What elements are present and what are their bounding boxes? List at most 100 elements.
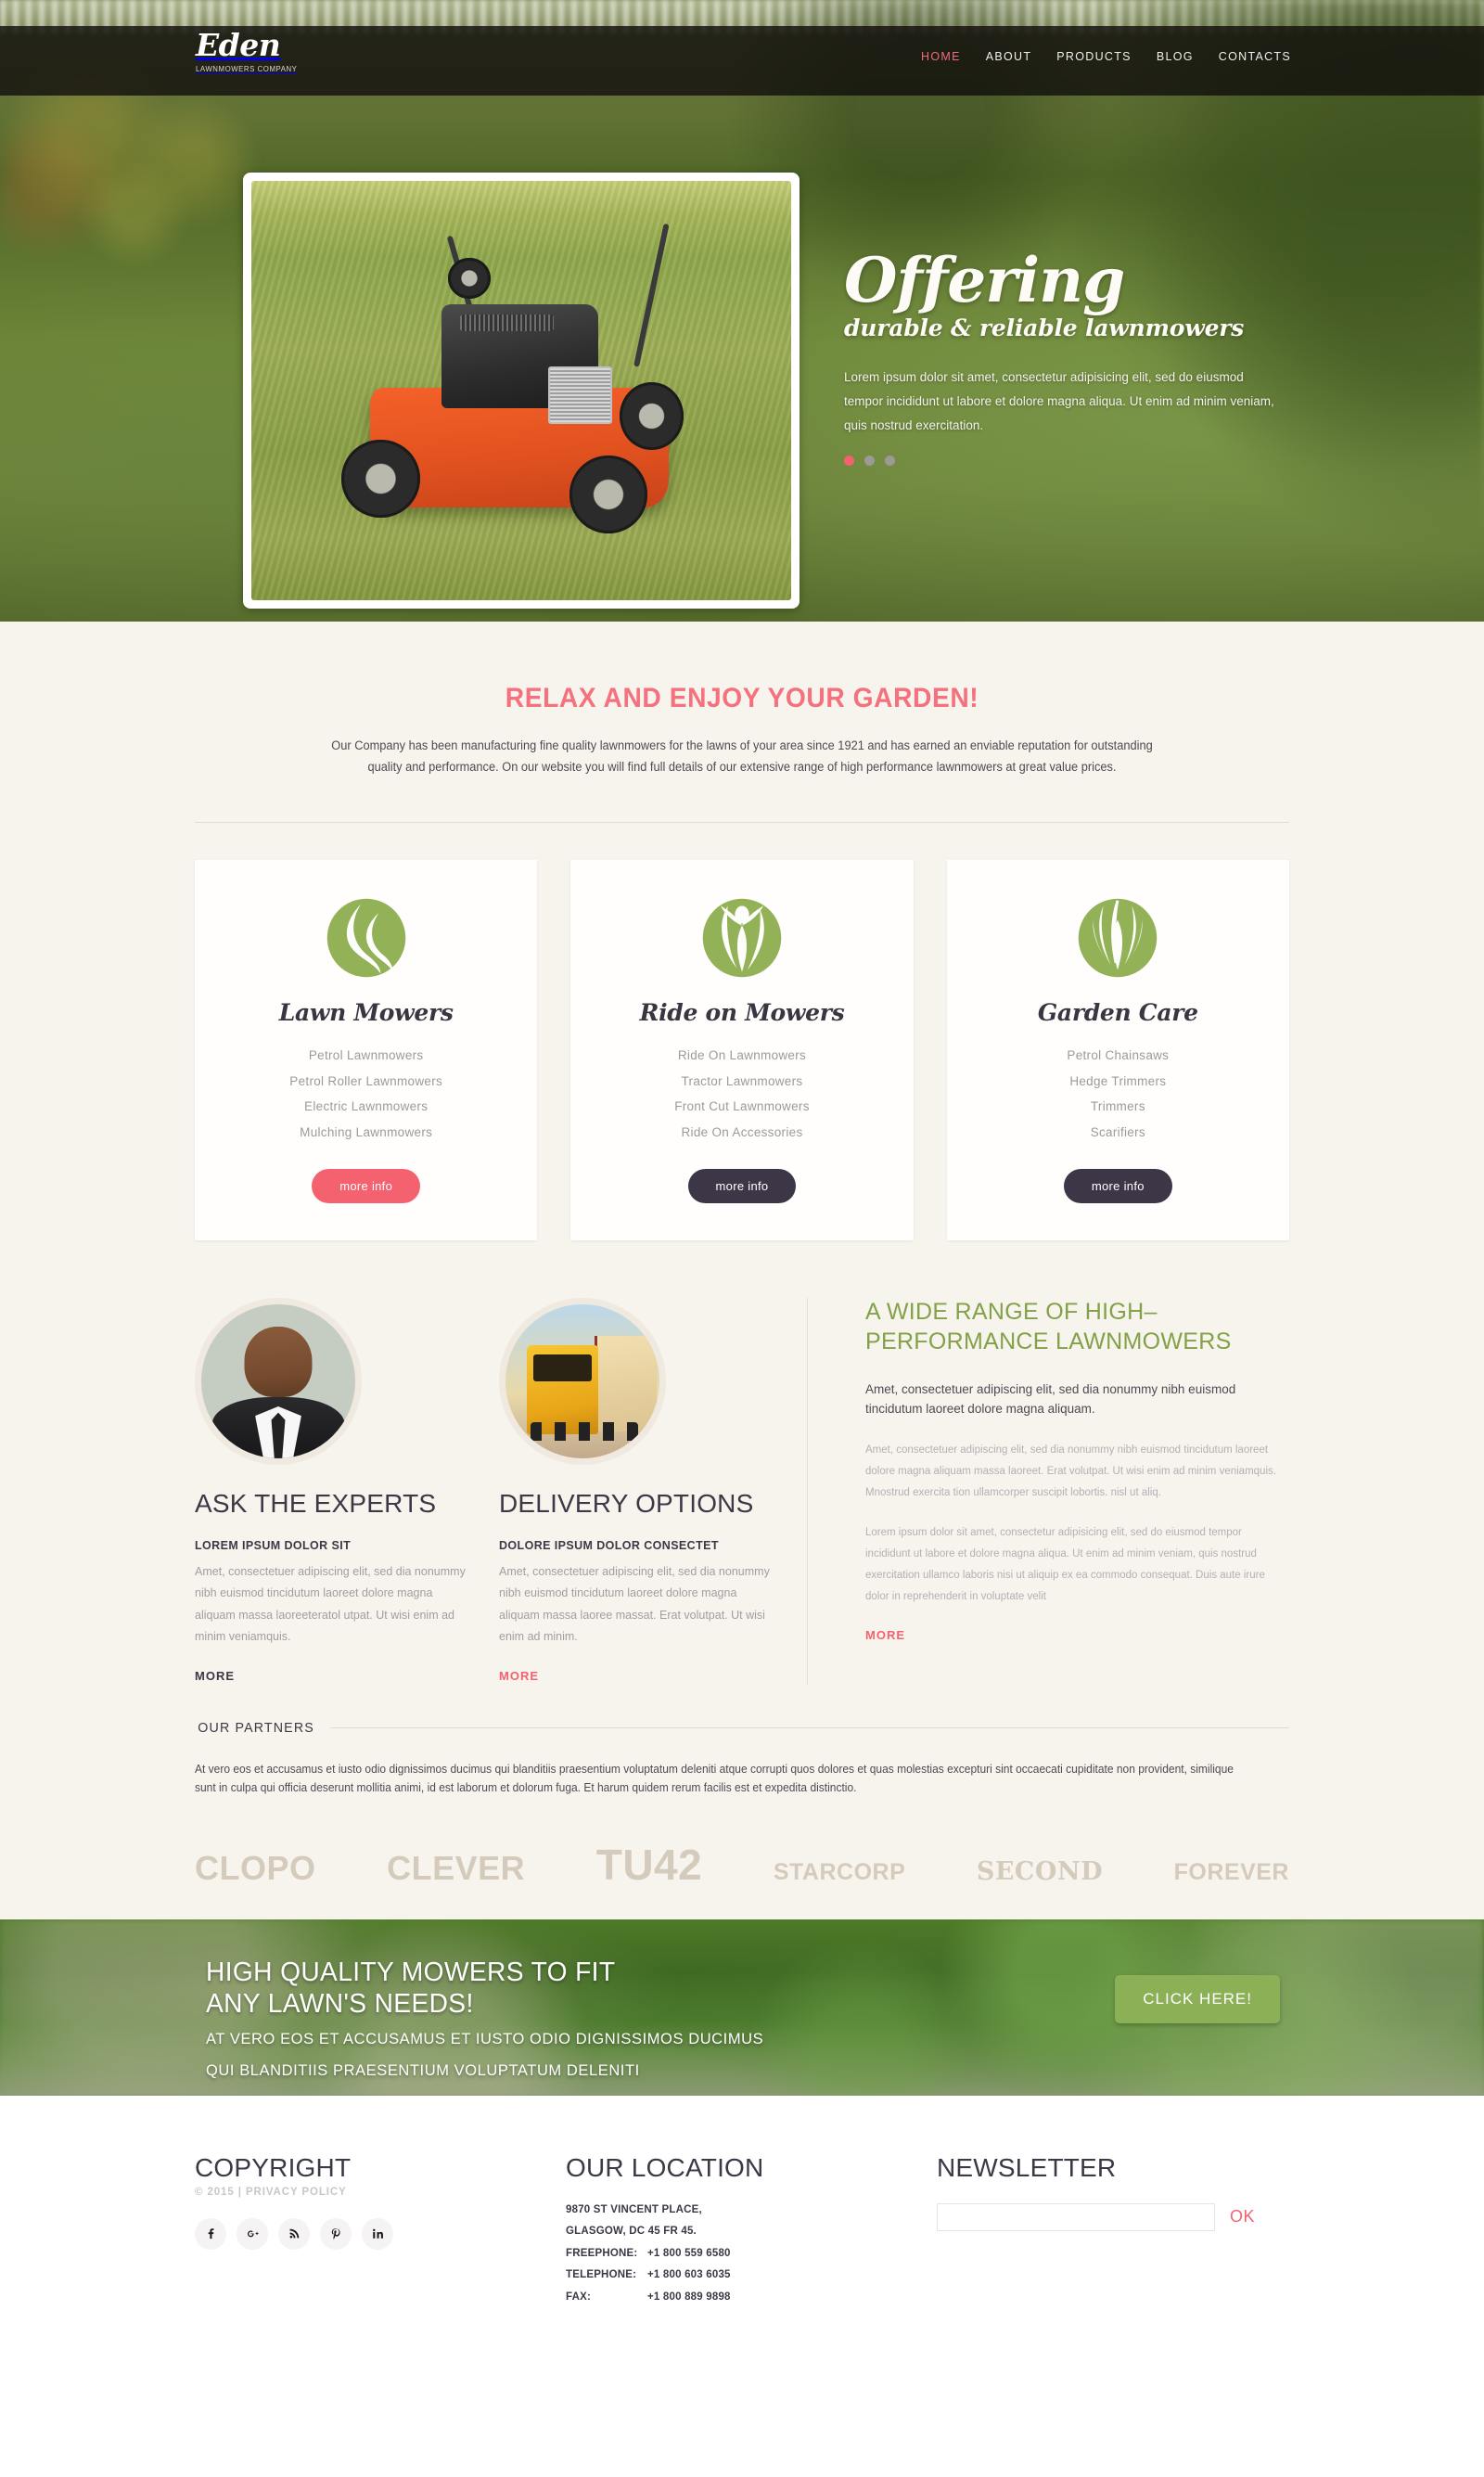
card-list-item[interactable]: Scarifiers	[971, 1120, 1265, 1146]
nav-links: HOME ABOUT PRODUCTS BLOG CONTACTS	[921, 50, 1291, 63]
brand-logo[interactable]: Eden LAWNMOWERS COMPANY	[196, 30, 306, 73]
intro-section: RELAX AND ENJOY YOUR GARDEN! Our Company…	[0, 622, 1484, 824]
fax-label: FAX:	[566, 2291, 591, 2304]
feature-ask-the-experts: ASK THE EXPERTS LOREM IPSUM DOLOR SIT Am…	[195, 1298, 466, 1684]
footer-newsletter-column: NEWSLETTER OK	[937, 2153, 1289, 2309]
telephone-label: TELEPHONE:	[566, 2269, 637, 2281]
nav-item-products[interactable]: PRODUCTS	[1056, 50, 1132, 63]
intro-paragraph: Our Company has been manufacturing fine …	[331, 738, 1153, 775]
partner-logo-clopo[interactable]: CLOPO	[195, 1849, 316, 1888]
lawnmower-illustration	[341, 224, 705, 533]
freephone-label: FREEPHONE:	[566, 2247, 638, 2259]
page-footer: COPYRIGHT © 2015 | PRIVACY POLICY OUR LO…	[0, 2095, 1484, 2476]
wide-range-body-2: Lorem ipsum dolor sit amet, consectetur …	[865, 1526, 1265, 1602]
facebook-icon[interactable]	[195, 2217, 226, 2250]
freephone-row: FREEPHONE: +1 800 559 6580	[566, 2243, 937, 2265]
more-info-button[interactable]: more info	[687, 1169, 797, 1204]
brand-name: Eden	[196, 27, 281, 63]
telephone-value: +1 800 603 6035	[647, 2269, 731, 2281]
hero-paragraph: Lorem ipsum dolor sit amet, consectetur …	[844, 369, 1274, 433]
feature-subhead: LOREM IPSUM DOLOR SIT	[195, 1538, 352, 1552]
slider-pagination	[844, 455, 1280, 466]
card-item-list: Ride On Lawnmowers Tractor Lawnmowers Fr…	[595, 1043, 889, 1145]
cta-text-block: HIGH QUALITY MOWERS TO FIT ANY LAWN'S NE…	[206, 1957, 781, 2082]
nav-item-about[interactable]: ABOUT	[986, 50, 1032, 63]
fax-row: FAX: +1 800 889 9898	[566, 2287, 937, 2309]
card-title: Ride on Mowers	[639, 999, 845, 1027]
card-list-item[interactable]: Front Cut Lawnmowers	[595, 1094, 889, 1120]
feature-subhead: DOLORE IPSUM DOLOR CONSECTET	[499, 1538, 719, 1552]
partners-heading: OUR PARTNERS	[198, 1719, 314, 1736]
nav-item-blog[interactable]: BLOG	[1157, 50, 1194, 63]
rss-icon[interactable]	[278, 2217, 310, 2250]
services-section: Lawn Mowers Petrol Lawnmowers Petrol Rol…	[0, 823, 1484, 1299]
cta-banner: HIGH QUALITY MOWERS TO FIT ANY LAWN'S NE…	[0, 1919, 1484, 2096]
slider-dot-1[interactable]	[844, 455, 854, 466]
cta-sub-line-1: AT VERO EOS ET ACCUSAMUS ET IUSTO ODIO D…	[206, 2030, 764, 2048]
slider-dot-2[interactable]	[864, 455, 875, 466]
hero-section: Eden LAWNMOWERS COMPANY HOME ABOUT PRODU…	[0, 0, 1484, 622]
social-links	[195, 2217, 566, 2250]
more-info-button[interactable]: more info	[1063, 1169, 1172, 1204]
wide-range-lead: Amet, consectetuer adipiscing elit, sed …	[865, 1381, 1236, 1416]
nav-item-home[interactable]: HOME	[921, 50, 961, 63]
partner-logo-starcorp[interactable]: STARCORP	[774, 1859, 905, 1886]
hero-subtitle: durable & reliable lawnmowers	[844, 314, 1245, 341]
pinterest-icon[interactable]	[320, 2217, 352, 2250]
partner-logo-clever[interactable]: CLEVER	[387, 1849, 525, 1888]
google-plus-icon[interactable]	[237, 2217, 268, 2250]
feature-body: Amet, consectetuer adipiscing elit, sed …	[195, 1564, 466, 1644]
card-list-item[interactable]: Ride On Accessories	[595, 1120, 889, 1146]
feature-title: DELIVERY OPTIONS	[499, 1489, 754, 1519]
card-list-item[interactable]: Tractor Lawnmowers	[595, 1069, 889, 1095]
service-card-ride-on-mowers[interactable]: Ride on Mowers Ride On Lawnmowers Tracto…	[570, 860, 914, 1241]
newsletter-email-input[interactable]	[937, 2202, 1215, 2231]
partner-logo-forever[interactable]: FOREVER	[1174, 1859, 1289, 1886]
partners-paragraph: At vero eos et accusamus et iusto odio d…	[195, 1762, 1234, 1794]
partners-section: OUR PARTNERS At vero eos et accusamus et…	[0, 1712, 1484, 1919]
partner-logo-second[interactable]: SECOND	[977, 1857, 1103, 1886]
card-list-item[interactable]: Trimmers	[971, 1094, 1265, 1120]
footer-newsletter-title: NEWSLETTER	[937, 2152, 1117, 2182]
feature-more-link[interactable]: MORE	[195, 1669, 235, 1683]
newsletter-submit-button[interactable]: OK	[1230, 2207, 1255, 2227]
feature-body: Amet, consectetuer adipiscing elit, sed …	[499, 1564, 770, 1644]
card-list-item[interactable]: Hedge Trimmers	[971, 1069, 1265, 1095]
grass-blades-circle-icon	[1073, 893, 1162, 982]
intro-title: RELAX AND ENJOY YOUR GARDEN!	[505, 683, 979, 713]
footer-address-block: 9870 ST VINCENT PLACE, GLASGOW, DC 45 FR…	[566, 2200, 937, 2309]
feature-title: ASK THE EXPERTS	[195, 1489, 437, 1519]
hero-title: Offering	[844, 244, 1125, 316]
card-list-item[interactable]: Electric Lawnmowers	[219, 1094, 513, 1120]
hero-text-block: Offering durable & reliable lawnmowers L…	[844, 250, 1280, 466]
feature-wide-range: A WIDE RANGE OF HIGH–PERFORMANCE LAWNMOW…	[807, 1298, 1289, 1685]
card-list-item[interactable]: Petrol Lawnmowers	[219, 1043, 513, 1069]
hero-slide-image	[243, 173, 800, 609]
linkedin-icon[interactable]	[362, 2217, 393, 2250]
nav-item-contacts[interactable]: CONTACTS	[1219, 50, 1291, 63]
partners-heading-row: OUR PARTNERS	[195, 1720, 1289, 1736]
partner-logo-tu42[interactable]: TU42	[596, 1840, 702, 1890]
card-list-item[interactable]: Ride On Lawnmowers	[595, 1043, 889, 1069]
top-navigation-bar: Eden LAWNMOWERS COMPANY HOME ABOUT PRODU…	[0, 26, 1484, 96]
card-list-item[interactable]: Mulching Lawnmowers	[219, 1120, 513, 1146]
footer-copyright-column: COPYRIGHT © 2015 | PRIVACY POLICY	[195, 2153, 566, 2309]
card-list-item[interactable]: Petrol Roller Lawnmowers	[219, 1069, 513, 1095]
service-card-garden-care[interactable]: Garden Care Petrol Chainsaws Hedge Trimm…	[946, 860, 1289, 1241]
click-here-button[interactable]: CLICK HERE!	[1115, 1974, 1280, 2023]
leaf-swirl-circle-icon	[322, 893, 411, 982]
feature-more-link[interactable]: MORE	[499, 1669, 539, 1683]
footer-copyright-line: © 2015 | PRIVACY POLICY	[195, 2186, 347, 2198]
service-card-lawn-mowers[interactable]: Lawn Mowers Petrol Lawnmowers Petrol Rol…	[195, 860, 538, 1241]
partners-divider	[330, 1726, 1289, 1728]
slider-dot-3[interactable]	[885, 455, 895, 466]
cta-heading-line-2: ANY LAWN'S NEEDS!	[206, 1989, 474, 2020]
address-line-1: 9870 ST VINCENT PLACE,	[566, 2203, 702, 2215]
businessman-portrait-avatar	[195, 1298, 362, 1466]
wide-range-more-link[interactable]: MORE	[865, 1628, 905, 1642]
lawnmower-photo	[251, 181, 791, 600]
card-list-item[interactable]: Petrol Chainsaws	[971, 1043, 1265, 1069]
card-item-list: Petrol Chainsaws Hedge Trimmers Trimmers…	[971, 1043, 1265, 1145]
more-info-button[interactable]: more info	[312, 1169, 421, 1204]
wide-range-title: A WIDE RANGE OF HIGH–PERFORMANCE LAWNMOW…	[865, 1299, 1232, 1354]
